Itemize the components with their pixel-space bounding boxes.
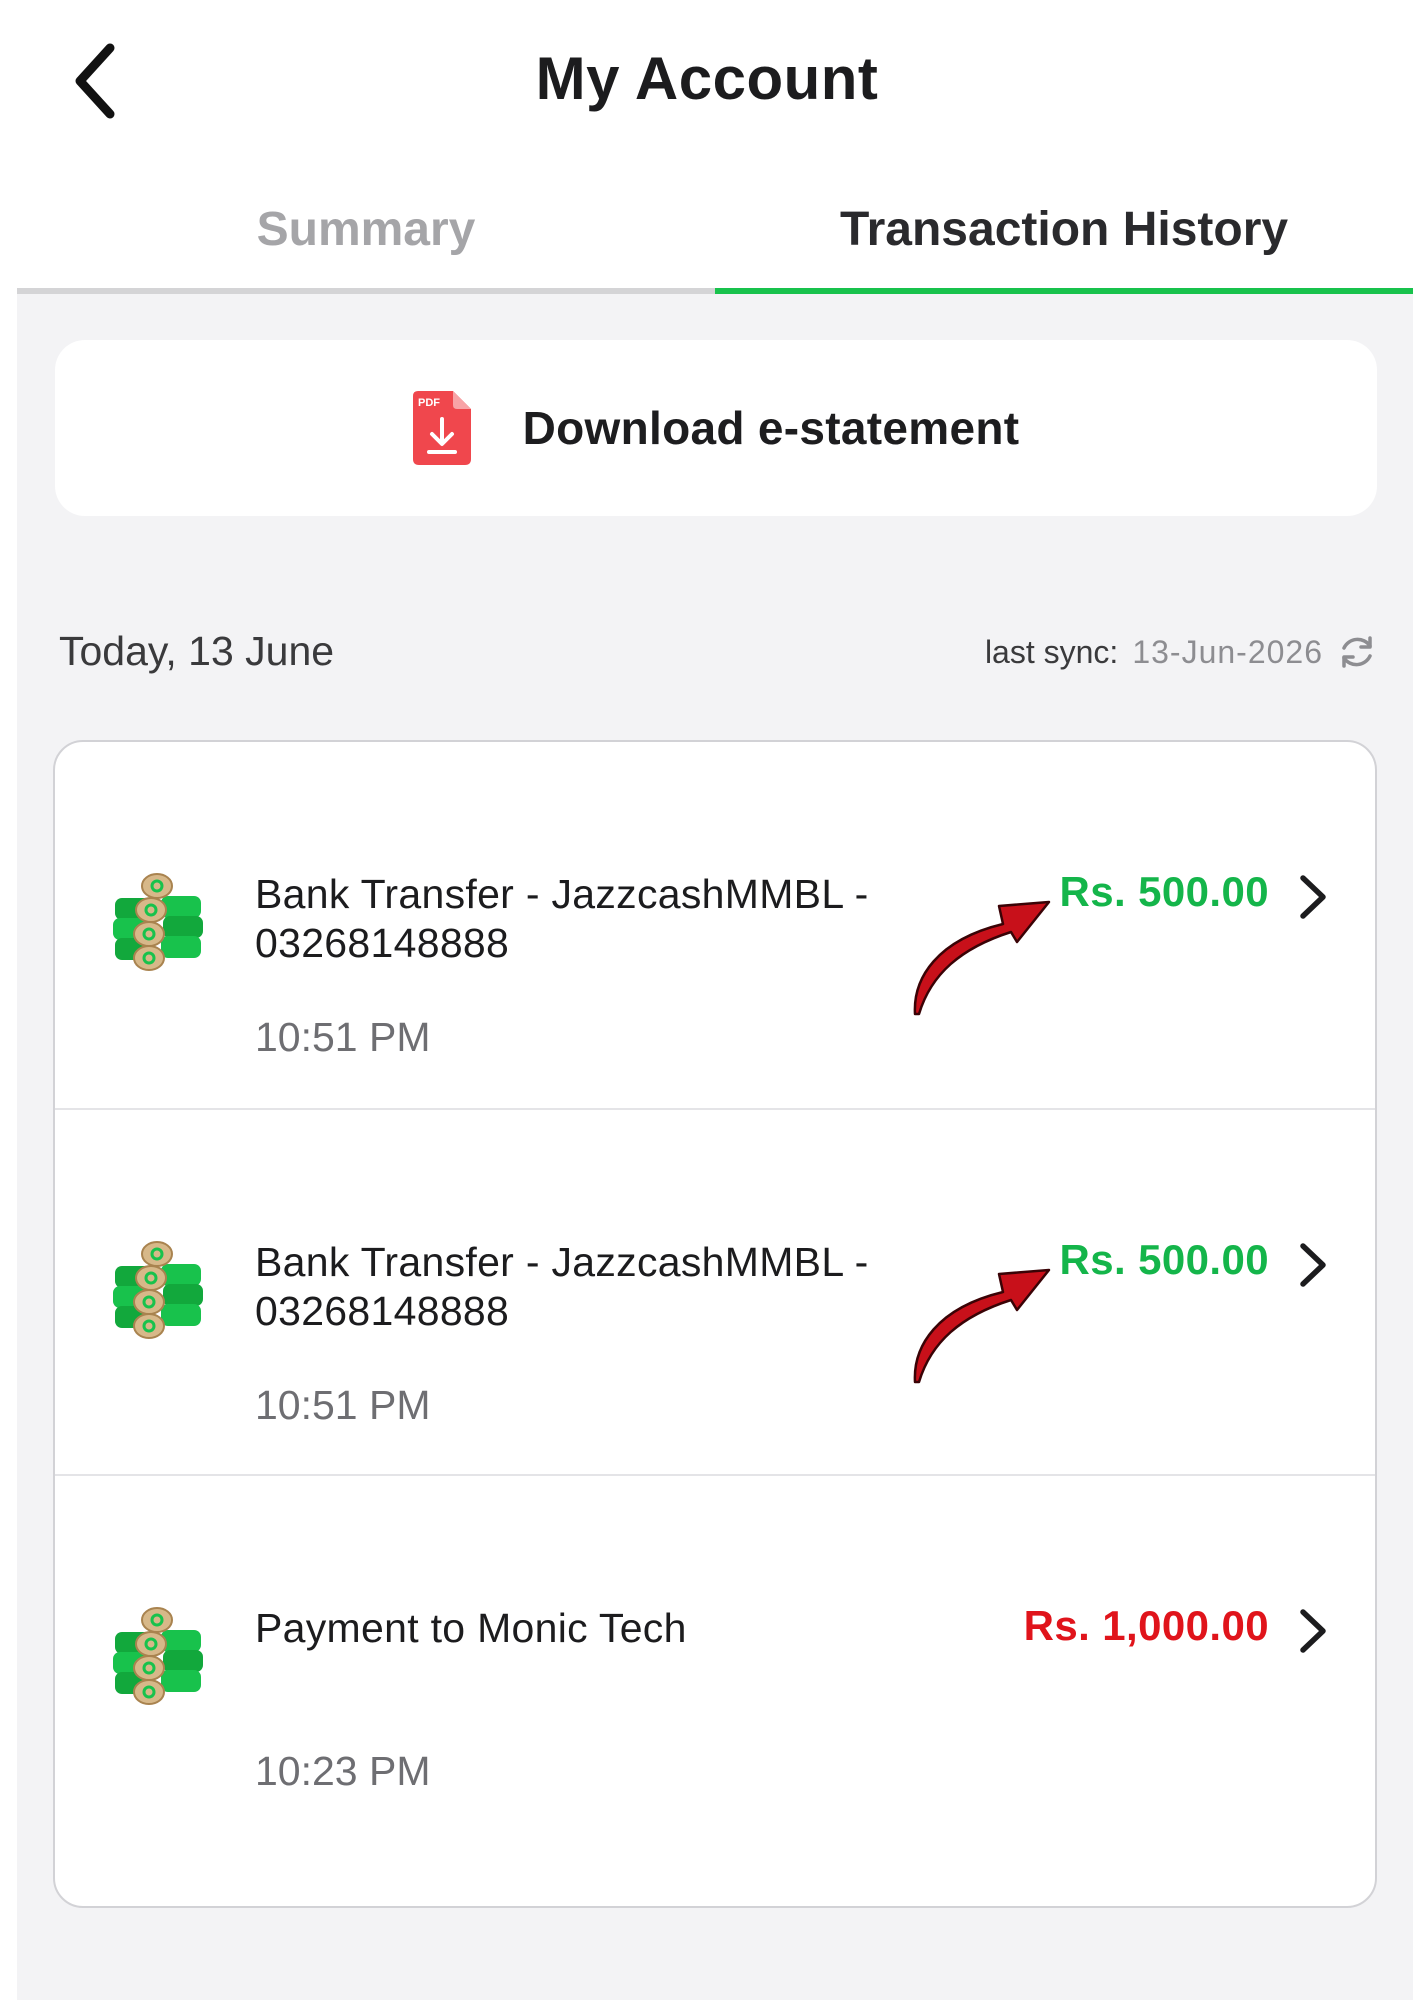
sync-label: last sync: <box>984 633 1119 670</box>
chevron-right-icon <box>1295 874 1331 920</box>
transaction-time: 10:23 PM <box>255 1748 431 1794</box>
sync-status: last sync: 13-Jun-2026 <box>985 632 1377 672</box>
app-header: My Account <box>0 0 1414 150</box>
tab-transaction-history[interactable]: Transaction History <box>715 170 1413 288</box>
refresh-icon[interactable] <box>1337 632 1377 672</box>
transaction-amount: Rs. 500.00 <box>1059 1236 1269 1283</box>
transaction-amount: Rs. 1,000.00 <box>1023 1602 1269 1649</box>
tab-bar: Summary Transaction History <box>17 170 1413 294</box>
pdf-icon-label: PDF <box>418 397 440 409</box>
download-estatement-label: Download e-statement <box>522 402 1020 454</box>
annotation-arrow-icon <box>911 1260 1053 1384</box>
date-row: Today, 13 June last sync: 13-Jun-2026 <box>59 628 1377 688</box>
annotation-arrow-icon <box>911 892 1053 1016</box>
chevron-right-icon <box>1295 1608 1331 1654</box>
tab-summary[interactable]: Summary <box>17 170 715 288</box>
transaction-description: Bank Transfer - JazzcashMMBL - 032681488… <box>255 871 869 966</box>
transaction-description: Payment to Monic Tech <box>255 1605 687 1651</box>
screen: My Account Summary Transaction History P… <box>0 0 1414 2000</box>
coins-icon <box>109 1240 209 1340</box>
transaction-row[interactable]: Payment to Monic Tech 10:23 PM Rs. 1,000… <box>55 1474 1375 1840</box>
sync-date: 13-Jun-2026 <box>1132 633 1323 670</box>
pdf-download-icon: PDF <box>412 391 471 465</box>
date-heading: Today, 13 June <box>59 628 335 674</box>
transaction-amount: Rs. 500.00 <box>1059 868 1269 915</box>
chevron-right-icon <box>1295 1242 1331 1288</box>
transaction-row[interactable]: Bank Transfer - JazzcashMMBL - 032681488… <box>55 742 1375 1108</box>
transaction-description: Bank Transfer - JazzcashMMBL - 032681488… <box>255 1239 869 1334</box>
download-estatement-button[interactable]: PDF Download e-statement <box>55 340 1377 516</box>
coins-icon <box>109 1606 209 1706</box>
coins-icon <box>109 872 209 972</box>
page-title: My Account <box>535 45 879 112</box>
transaction-time: 10:51 PM <box>255 1382 431 1428</box>
content-area: PDF Download e-statement Today, 13 June … <box>17 294 1413 2000</box>
transaction-list: Bank Transfer - JazzcashMMBL - 032681488… <box>53 740 1377 1908</box>
transaction-time: 10:51 PM <box>255 1014 431 1060</box>
transaction-row[interactable]: Bank Transfer - JazzcashMMBL - 032681488… <box>55 1108 1375 1474</box>
